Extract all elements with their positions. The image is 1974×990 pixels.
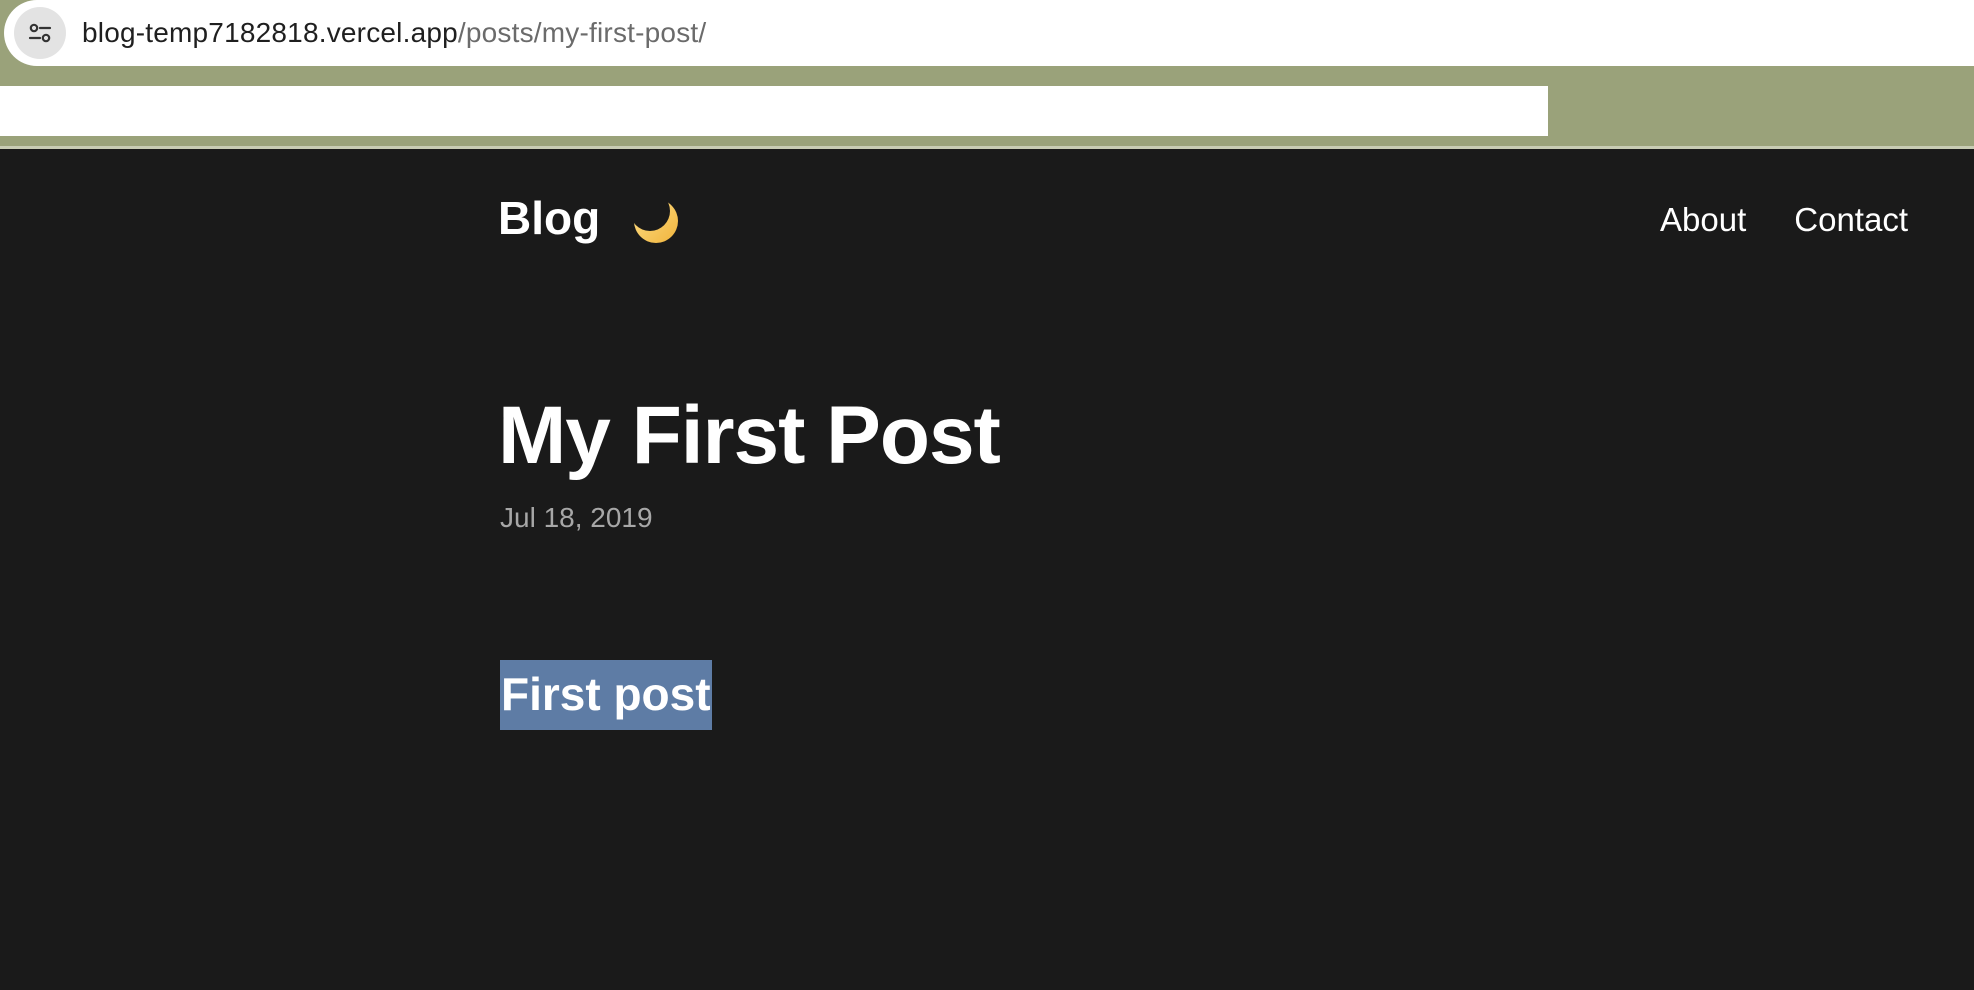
url-text[interactable]: blog-temp7182818.vercel.app/posts/my-fir… xyxy=(82,17,706,49)
url-host: blog-temp7182818.vercel.app xyxy=(82,17,458,48)
post-date: Jul 18, 2019 xyxy=(500,502,653,533)
nav-about-link[interactable]: About xyxy=(1660,201,1746,239)
page: Blog About Contact My First Post Jul 18,… xyxy=(0,149,1974,990)
main-nav: About Contact xyxy=(1660,201,1908,239)
post-body-heading: First post xyxy=(500,660,712,730)
crescent-moon-icon[interactable] xyxy=(626,193,682,249)
nav-contact-link[interactable]: Contact xyxy=(1794,201,1908,239)
selected-text[interactable]: First post xyxy=(500,660,712,730)
blank-input-area[interactable] xyxy=(0,86,1548,136)
browser-url-bar: blog-temp7182818.vercel.app/posts/my-fir… xyxy=(0,0,1974,68)
tune-icon[interactable] xyxy=(14,7,66,59)
post-title: My First Post xyxy=(498,390,1001,481)
url-path: /posts/my-first-post/ xyxy=(457,17,707,48)
address-field[interactable]: blog-temp7182818.vercel.app/posts/my-fir… xyxy=(4,0,1974,66)
site-title-link[interactable]: Blog xyxy=(498,191,600,245)
